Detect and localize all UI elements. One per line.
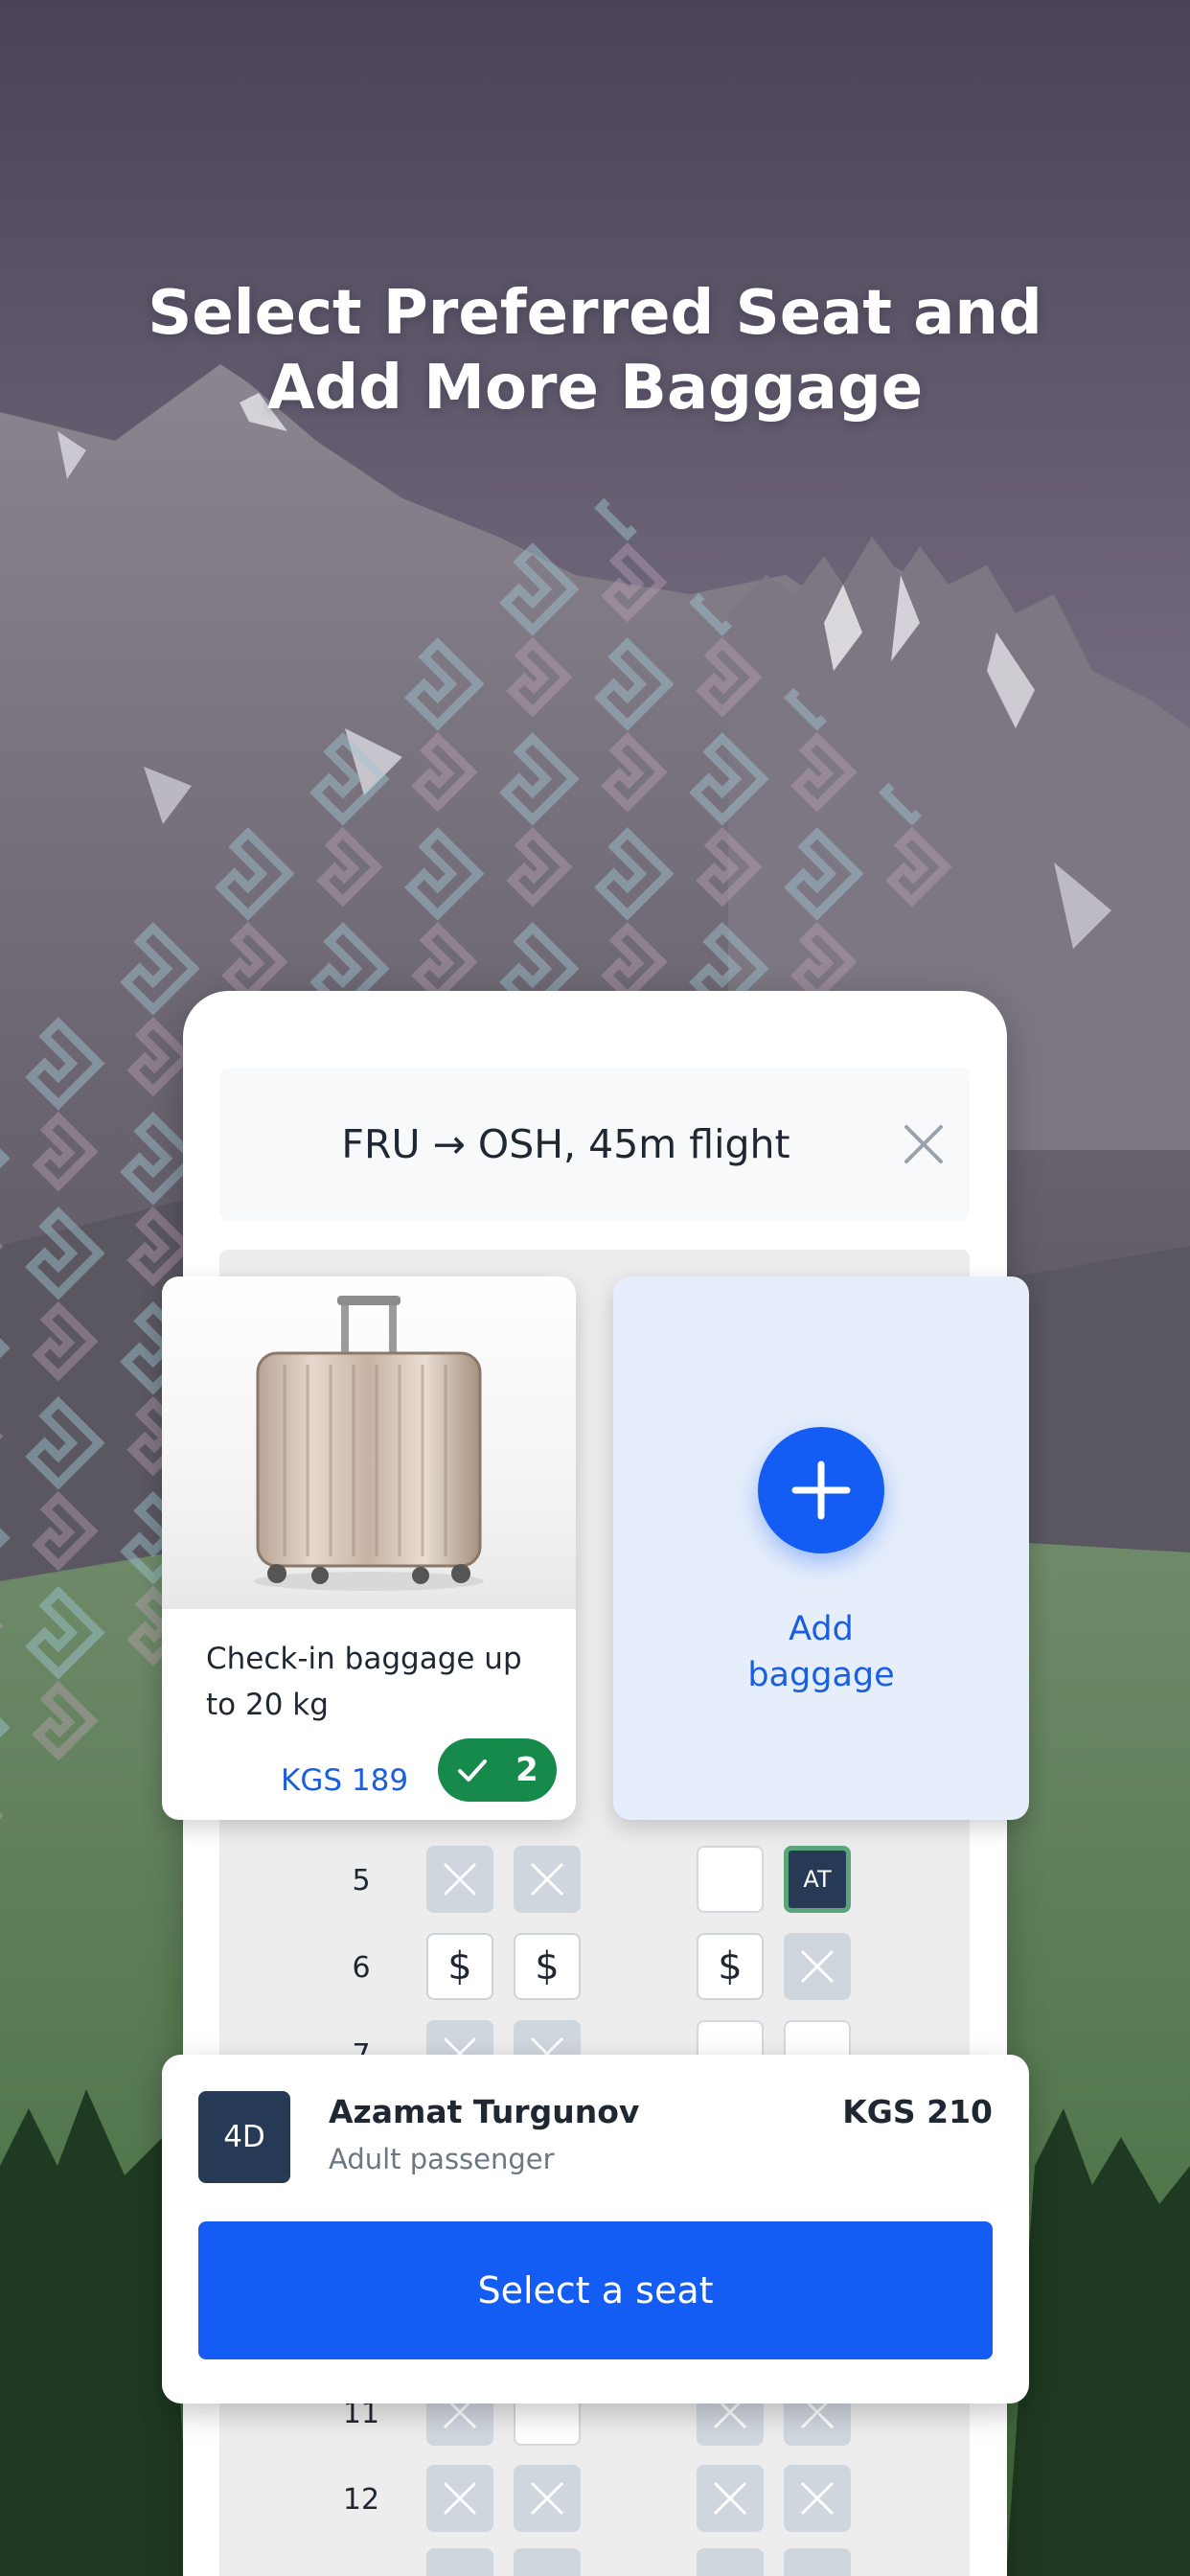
close-icon[interactable] <box>903 1123 945 1165</box>
headline-line-1: Select Preferred Seat and <box>148 278 1042 349</box>
row-number: 5 <box>352 1863 371 1898</box>
cross-icon <box>530 2481 564 2516</box>
seat-row-partial <box>219 2548 970 2576</box>
cross-icon <box>443 1862 477 1897</box>
route-header: FRU → OSH, 45m flight <box>219 1068 970 1221</box>
seat-row: 6 $ $ $ <box>219 1933 970 2002</box>
seat-paid[interactable]: $ <box>697 1933 764 2000</box>
passenger-panel: 4D Azamat Turgunov Adult passenger KGS 2… <box>162 2055 1029 2404</box>
seat-occupied <box>697 2465 764 2532</box>
seat-occupied <box>426 2465 493 2532</box>
add-baggage-label: Add baggage <box>613 1606 1029 1698</box>
row-number: 12 <box>342 2482 380 2517</box>
seat-badge: 4D <box>198 2091 290 2183</box>
seat-selected[interactable]: AT <box>784 1846 851 1913</box>
seat-occupied <box>426 1846 493 1913</box>
select-seat-button[interactable]: Select a seat <box>198 2221 993 2359</box>
add-label-line-2: baggage <box>747 1656 895 1694</box>
add-label-line-1: Add <box>789 1610 854 1648</box>
suitcase-image <box>162 1276 576 1609</box>
checkin-baggage-card[interactable]: Check-in baggage up to 20 kg KGS 189 2 <box>162 1276 576 1820</box>
promo-headline: Select Preferred Seat and Add More Bagga… <box>0 276 1190 426</box>
seat-paid[interactable]: $ <box>514 1933 581 2000</box>
cross-icon <box>800 1949 835 1984</box>
add-baggage-button[interactable] <box>758 1427 884 1553</box>
seat-occupied <box>514 2548 581 2576</box>
seat-occupied <box>784 2465 851 2532</box>
cross-icon <box>713 2481 747 2516</box>
passenger-type: Adult passenger <box>329 2143 555 2175</box>
baggage-count: 2 <box>515 1751 538 1789</box>
seat-row: 12 <box>219 2465 970 2534</box>
seat-available[interactable] <box>697 1846 764 1913</box>
seat-row: 5 AT <box>219 1846 970 1915</box>
seat-occupied <box>514 2465 581 2532</box>
baggage-count-badge[interactable]: 2 <box>438 1738 557 1802</box>
seat-occupied <box>784 1933 851 2000</box>
seat-occupied <box>784 2548 851 2576</box>
seat-paid[interactable]: $ <box>426 1933 493 2000</box>
add-baggage-card[interactable]: Add baggage <box>613 1276 1029 1820</box>
cross-icon <box>443 2481 477 2516</box>
passenger-name: Azamat Turgunov <box>329 2093 640 2130</box>
baggage-title: Check-in baggage up to 20 kg <box>206 1642 522 1722</box>
route-title: FRU → OSH, 45m flight <box>341 1121 790 1167</box>
seat-occupied <box>697 2548 764 2576</box>
seat-occupied <box>514 1846 581 1913</box>
plus-icon <box>791 1460 851 1520</box>
cross-icon <box>800 2481 835 2516</box>
checkmark-icon <box>458 1760 488 1782</box>
seat-price: KGS 210 <box>842 2093 993 2130</box>
headline-line-2: Add More Baggage <box>266 353 924 424</box>
suitcase-illustration <box>254 1296 484 1591</box>
seat-occupied <box>426 2548 493 2576</box>
row-number: 6 <box>352 1950 371 1985</box>
cross-icon <box>530 1862 564 1897</box>
